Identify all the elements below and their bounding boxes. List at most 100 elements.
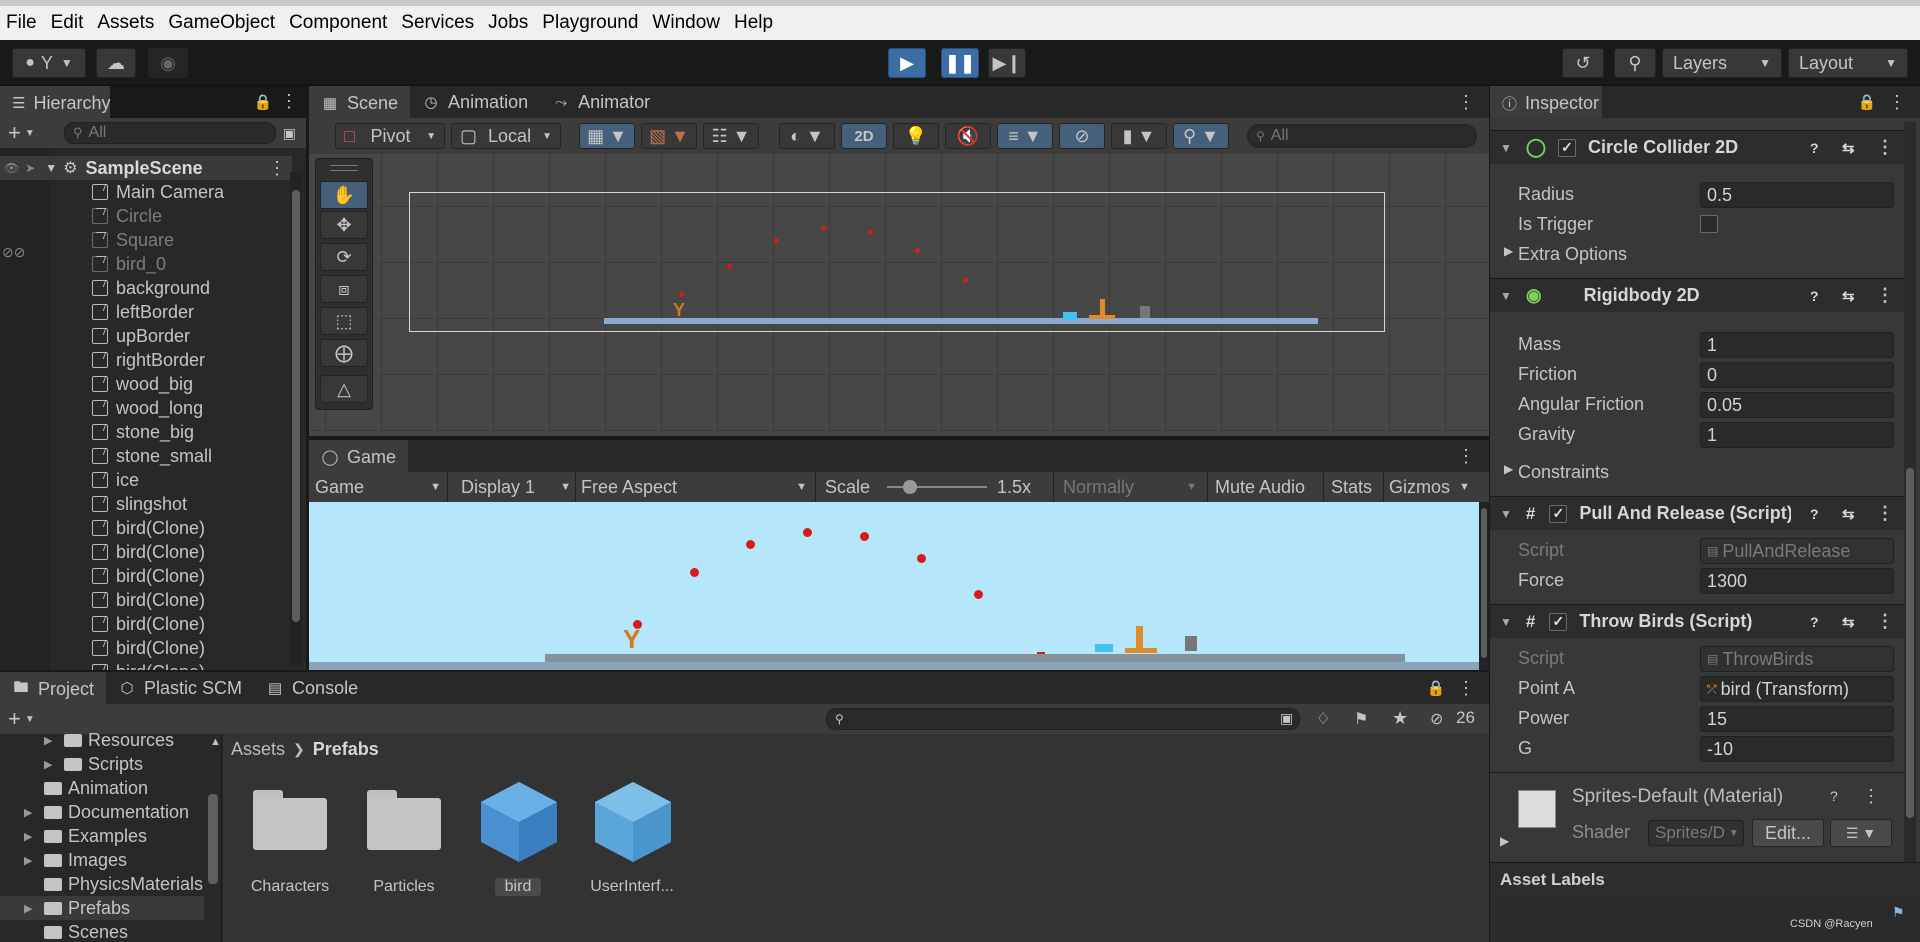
tree-scrollbar[interactable]: [208, 794, 218, 884]
mute-audio-toggle[interactable]: Mute Audio: [1215, 477, 1305, 498]
scrollbar-thumb[interactable]: [1481, 508, 1487, 658]
expand-arrow-icon[interactable]: ▶: [44, 758, 64, 771]
throw-birds-header[interactable]: ▼ # ✓ Throw Birds (Script) ? ⇆ ⋮: [1490, 604, 1904, 638]
collab-button[interactable]: ◉: [148, 48, 188, 78]
menu-jobs[interactable]: Jobs: [488, 12, 528, 34]
angular-friction-field[interactable]: 0.05: [1700, 392, 1894, 418]
scrollbar-thumb[interactable]: [1906, 468, 1914, 818]
lock-icon[interactable]: 🔒: [1427, 679, 1446, 697]
rigidbody-header[interactable]: ▼ ◉ Rigidbody 2D ? ⇆ ⋮: [1490, 278, 1904, 312]
radius-field[interactable]: 0.5: [1700, 182, 1894, 208]
expand-arrow-icon[interactable]: ▼: [45, 161, 57, 175]
grid-snap-button[interactable]: ▦ ▼: [579, 123, 635, 149]
hidden-packages-icon[interactable]: ⊘: [1430, 709, 1443, 729]
scene-viewport[interactable]: Y: [309, 154, 1489, 436]
project-tree-item[interactable]: Scenes: [24, 920, 214, 942]
menu-window[interactable]: Window: [652, 12, 720, 34]
label-icon[interactable]: ⚑: [1354, 709, 1368, 729]
cloud-button[interactable]: ☁: [96, 48, 136, 78]
expand-arrow-icon[interactable]: ▶: [1500, 834, 1509, 848]
scene-search-icon[interactable]: ▣: [283, 125, 296, 142]
scene-menu-icon[interactable]: ⋮: [1457, 92, 1475, 113]
hierarchy-item[interactable]: leftBorder: [92, 300, 194, 324]
shader-options-button[interactable]: ☰ ▼: [1830, 819, 1892, 847]
edit-shader-button[interactable]: Edit...: [1752, 819, 1824, 847]
project-tree-item[interactable]: ▶ Examples: [24, 824, 214, 848]
menu-assets[interactable]: Assets: [97, 12, 154, 34]
help-icon[interactable]: ?: [1810, 140, 1819, 156]
hand-tool[interactable]: ✋: [320, 181, 368, 209]
project-tree-item[interactable]: PhysicsMaterials: [24, 872, 214, 896]
2d-toggle[interactable]: 2D: [841, 123, 887, 149]
project-search-input[interactable]: ⚲: [826, 708, 1300, 730]
material-menu-icon[interactable]: ⋮: [1862, 786, 1880, 807]
lock-icon[interactable]: 🔒: [1858, 93, 1877, 111]
expand-arrow-icon[interactable]: ▶: [24, 806, 44, 819]
hidden-eye-icon[interactable]: ⊘⊘: [2, 244, 25, 261]
asset-item[interactable]: Characters: [235, 780, 345, 910]
visibility-icon[interactable]: 👁: [4, 161, 19, 175]
constraints-foldout[interactable]: Constraints: [1518, 462, 1609, 483]
circle-collider-header[interactable]: ▼ ◯ ✓ Circle Collider 2D ? ⇆ ⋮: [1490, 130, 1904, 164]
menu-playground[interactable]: Playground: [542, 12, 638, 34]
transform-tool[interactable]: ⨁: [320, 339, 368, 367]
stats-toggle[interactable]: Stats: [1331, 477, 1372, 498]
tab-animator[interactable]: ⤳ Animator: [540, 86, 663, 118]
search-button[interactable]: ⚲: [1614, 48, 1656, 78]
inspector-menu-icon[interactable]: ⋮: [1888, 92, 1906, 113]
pause-button[interactable]: ❚❚: [941, 48, 979, 78]
effects-toggle[interactable]: ≡ ▼: [997, 123, 1053, 149]
tab-scene[interactable]: ▦ Scene: [309, 86, 411, 118]
custom-tool[interactable]: △: [320, 375, 368, 403]
lighting-toggle[interactable]: 💡: [893, 123, 939, 149]
pull-release-enabled-checkbox[interactable]: ✓: [1549, 504, 1568, 523]
hierarchy-item[interactable]: bird(Clone): [92, 564, 205, 588]
layers-dropdown[interactable]: Layers ▼: [1662, 48, 1782, 78]
pull-release-header[interactable]: ▼ # ✓ Pull And Release (Script) ? ⇆ ⋮: [1490, 496, 1904, 530]
scrollbar-thumb[interactable]: [292, 190, 300, 622]
collapse-arrow-icon[interactable]: ▼: [1500, 141, 1512, 155]
filter-type-icon[interactable]: ♢: [1316, 709, 1330, 729]
friction-field[interactable]: 0: [1700, 362, 1894, 388]
scale-slider-track[interactable]: [887, 486, 987, 488]
pivot-dropdown[interactable]: □ Pivot ▼: [335, 123, 445, 149]
help-icon[interactable]: ?: [1830, 788, 1838, 804]
menu-component[interactable]: Component: [289, 12, 387, 34]
hierarchy-scrollbar[interactable]: [290, 172, 302, 666]
audio-toggle[interactable]: 🔇: [945, 123, 991, 149]
hierarchy-item[interactable]: wood_big: [92, 372, 193, 396]
hierarchy-item[interactable]: bird(Clone): [92, 636, 205, 660]
scene-search-input[interactable]: ⚲ All: [1247, 124, 1477, 148]
point-a-field[interactable]: ⤱ bird (Transform): [1700, 676, 1894, 702]
hierarchy-item[interactable]: stone_big: [92, 420, 194, 444]
collapse-arrow-icon[interactable]: ▼: [1500, 289, 1512, 303]
gizmos-toggle[interactable]: Gizmos: [1389, 477, 1450, 498]
search-type-icon[interactable]: ▣: [1280, 710, 1293, 727]
collapse-arrow-icon[interactable]: ▼: [1500, 615, 1512, 629]
hierarchy-item[interactable]: wood_long: [92, 396, 203, 420]
hierarchy-item[interactable]: stone_small: [92, 444, 212, 468]
presets-icon[interactable]: ⇆: [1842, 505, 1855, 523]
scroll-up-icon[interactable]: ▲: [210, 736, 221, 748]
component-menu-icon[interactable]: ⋮: [1876, 503, 1894, 524]
inspector-scrollbar[interactable]: [1904, 122, 1916, 942]
chevron-down-icon[interactable]: ▼: [25, 128, 35, 139]
presets-icon[interactable]: ⇆: [1842, 139, 1855, 157]
breadcrumb-prefabs[interactable]: Prefabs: [313, 739, 379, 760]
asset-item[interactable]: Particles: [349, 780, 459, 910]
panel-menu-icon[interactable]: ⋮: [280, 91, 298, 112]
hierarchy-item[interactable]: slingshot: [92, 492, 187, 516]
tab-console[interactable]: ▤ Console: [254, 672, 371, 704]
hierarchy-item[interactable]: Main Camera: [92, 180, 224, 204]
account-dropdown[interactable]: ● Y ▼: [12, 48, 86, 78]
circle-collider-enabled-checkbox[interactable]: ✓: [1558, 138, 1577, 157]
step-button[interactable]: ▶❙: [988, 48, 1026, 78]
chevron-down-icon[interactable]: ▼: [25, 714, 35, 725]
hierarchy-search-input[interactable]: ⚲ All: [64, 122, 276, 144]
hierarchy-item[interactable]: upBorder: [92, 324, 190, 348]
menu-services[interactable]: Services: [401, 12, 474, 34]
breadcrumb-assets[interactable]: Assets: [231, 739, 285, 760]
menu-gameobject[interactable]: GameObject: [168, 12, 275, 34]
drag-handle[interactable]: [330, 165, 358, 171]
move-tool[interactable]: ✥: [320, 211, 368, 239]
